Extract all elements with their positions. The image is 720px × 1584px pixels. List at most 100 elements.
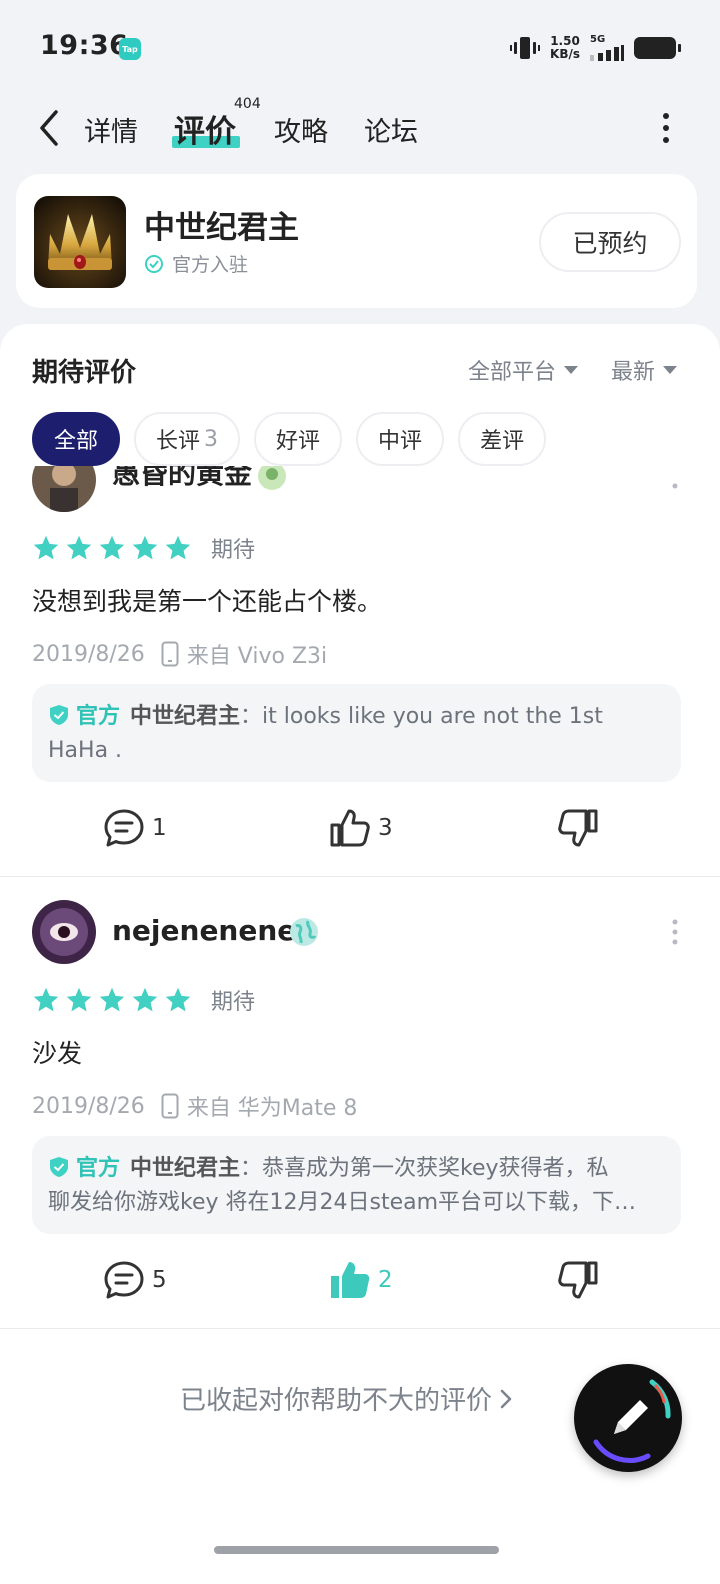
username[interactable]: 愚昏的黄金	[112, 466, 252, 492]
chip-label: 差评	[480, 429, 525, 454]
chip-neutral[interactable]: 中评	[356, 412, 445, 466]
caret-down-icon	[663, 366, 678, 374]
rating-label: 期待	[211, 538, 256, 563]
reply-official-tag: 官方	[76, 704, 121, 729]
review-actions: 5 2	[0, 1258, 720, 1308]
star-icon	[66, 535, 92, 560]
net-speed-value: 1.50	[550, 33, 580, 48]
phone-icon	[161, 641, 179, 667]
official-reply[interactable]: 官方 中世纪君主：恭喜成为第一次获奖key获得者，私 聊发给你游戏key 将在12…	[32, 1136, 681, 1234]
dislike-button[interactable]	[556, 1258, 600, 1302]
game-icon[interactable]	[34, 196, 126, 288]
comment-button[interactable]: 5	[102, 1258, 167, 1302]
divider	[0, 1328, 720, 1329]
avatar[interactable]	[32, 466, 96, 512]
like-button[interactable]: 3	[328, 806, 393, 850]
star-icon	[33, 987, 59, 1012]
review-date: 2019/8/26	[32, 641, 145, 667]
chevron-right-icon	[500, 1389, 512, 1408]
more-vertical-icon[interactable]	[660, 110, 672, 146]
tab-forum[interactable]: 论坛	[364, 110, 418, 149]
review-actions: 1 3	[0, 806, 720, 856]
status-bar: 19:36 Tap 1.50 KB/s 5G	[0, 0, 720, 96]
star-icon	[165, 987, 191, 1012]
official-tag: 官方入驻	[144, 250, 248, 277]
tap-app-icon: Tap	[119, 38, 141, 60]
collapsed-reviews-link[interactable]: 已收起对你帮助不大的评价	[180, 1380, 512, 1417]
back-arrow-icon[interactable]	[34, 108, 64, 148]
review-text[interactable]: 沙发	[32, 1034, 82, 1070]
review-text[interactable]: 没想到我是第一个还能占个楼。	[32, 582, 382, 618]
more-vertical-icon[interactable]	[670, 918, 680, 946]
reserved-button[interactable]: 已预约	[539, 212, 681, 272]
home-indicator[interactable]	[214, 1546, 499, 1554]
sort-label: 最新	[611, 360, 656, 385]
tab-guides[interactable]: 攻略	[274, 110, 328, 149]
star-icon	[33, 535, 59, 560]
reply-text: ：it looks like you are not the 1st	[240, 704, 603, 729]
review-meta: 2019/8/26 来自 Vivo Z3i	[32, 638, 327, 670]
filter-chips: 全部 长评 3 好评 中评 差评	[32, 412, 547, 466]
chip-label: 全部	[54, 429, 99, 454]
tab-guides-label: 攻略	[274, 117, 328, 148]
platform-filter-dropdown[interactable]: 全部平台	[468, 354, 579, 386]
status-time: 19:36	[40, 30, 129, 61]
chip-label: 好评	[276, 429, 321, 454]
net-speed: 1.50 KB/s	[550, 33, 580, 61]
like-count: 3	[378, 815, 393, 841]
star-icon	[165, 535, 191, 560]
review-date: 2019/8/26	[32, 1093, 145, 1119]
user-badge-icon	[258, 466, 286, 490]
like-button[interactable]: 2	[328, 1258, 393, 1302]
signal-indicator: 5G	[590, 34, 624, 61]
star-icon	[132, 987, 158, 1012]
chip-count: 3	[204, 426, 219, 452]
reply-text: ：恭喜成为第一次获奖key获得者，私	[240, 1156, 609, 1181]
network-type: 5G	[590, 34, 606, 45]
chip-good[interactable]: 好评	[254, 412, 343, 466]
globe-badge-icon	[290, 918, 318, 946]
star-rating: 期待	[32, 984, 255, 1016]
comment-button[interactable]: 1	[102, 806, 167, 850]
tab-forum-label: 论坛	[364, 117, 418, 148]
like-count: 2	[378, 1267, 393, 1293]
dislike-button[interactable]	[556, 806, 600, 850]
game-card[interactable]: 中世纪君主 官方入驻 已预约	[16, 174, 697, 308]
thumbs-up-icon	[330, 809, 370, 847]
reply-author: 中世纪君主	[130, 1156, 241, 1181]
reply-text-continued: HaHa .	[48, 738, 123, 763]
avatar[interactable]	[32, 900, 96, 964]
official-reply[interactable]: 官方 中世纪君主：it looks like you are not the 1s…	[32, 684, 681, 782]
comment-count: 1	[152, 815, 167, 841]
net-speed-unit: KB/s	[550, 46, 580, 61]
comment-icon	[104, 809, 144, 847]
battery-icon	[634, 36, 681, 59]
tab-details-label: 详情	[84, 117, 138, 148]
signal-icon	[590, 45, 624, 61]
review-meta: 2019/8/26 来自 华为Mate 8	[32, 1090, 357, 1122]
write-review-button[interactable]	[574, 1364, 682, 1472]
tab-reviews[interactable]: 评价	[174, 106, 236, 151]
star-icon	[132, 535, 158, 560]
star-icon	[66, 987, 92, 1012]
game-title: 中世纪君主	[144, 210, 299, 246]
vibrate-icon	[510, 36, 541, 59]
phone-icon	[161, 1093, 179, 1119]
chip-long[interactable]: 长评 3	[134, 412, 241, 466]
platform-filter-label: 全部平台	[468, 360, 557, 385]
collapsed-reviews-label: 已收起对你帮助不大的评价	[180, 1386, 493, 1416]
thumbs-up-filled-icon	[331, 1262, 370, 1298]
chip-bad[interactable]: 差评	[458, 412, 547, 466]
official-label: 官方入驻	[172, 254, 249, 276]
caret-down-icon	[564, 366, 579, 374]
rating-label: 期待	[211, 990, 256, 1015]
sort-dropdown[interactable]: 最新	[611, 354, 678, 386]
reply-official-tag: 官方	[76, 1156, 121, 1181]
divider	[0, 876, 720, 877]
section-title: 期待评价	[32, 358, 137, 388]
chip-all[interactable]: 全部	[32, 412, 121, 466]
review-device: 来自 Vivo Z3i	[186, 644, 328, 669]
more-vertical-icon[interactable]	[670, 472, 680, 500]
username[interactable]: nejenenenen	[112, 914, 316, 947]
tab-details[interactable]: 详情	[84, 110, 138, 149]
